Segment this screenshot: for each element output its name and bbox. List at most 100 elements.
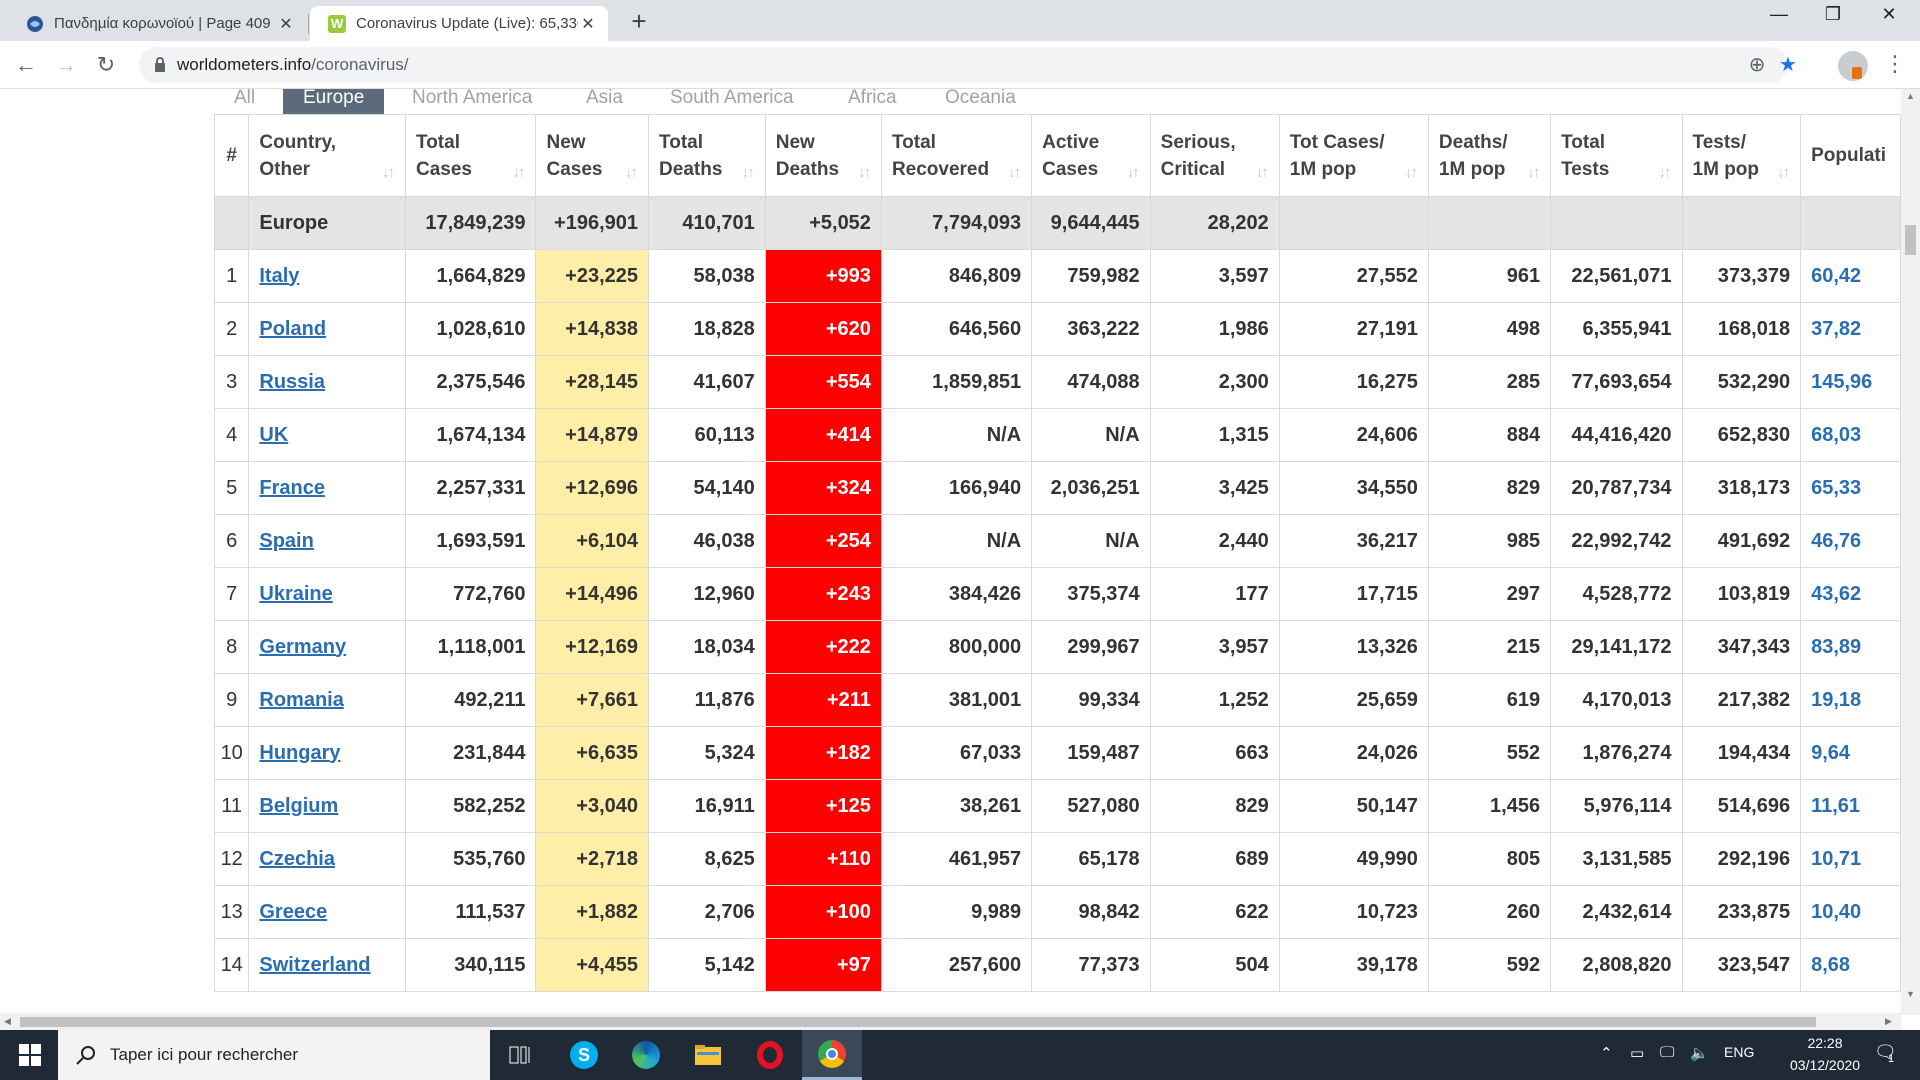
- population-cell[interactable]: 10,71: [1800, 832, 1901, 886]
- region-tab-asia[interactable]: Asia: [586, 89, 623, 115]
- start-button[interactable]: [0, 1030, 58, 1080]
- sort-arrows-icon[interactable]: ↓↑: [1256, 159, 1269, 186]
- menu-kebab-icon[interactable]: ⋮: [1884, 51, 1906, 79]
- edge-icon[interactable]: [616, 1030, 676, 1080]
- sort-arrows-icon[interactable]: ↓↑: [1659, 159, 1672, 186]
- profile-avatar[interactable]: [1838, 51, 1868, 81]
- column-header[interactable]: Deaths/1M pop ↓↑: [1427, 114, 1552, 197]
- bookmark-star-icon[interactable]: ★: [1776, 53, 1800, 77]
- population-cell[interactable]: 46,76: [1800, 514, 1901, 568]
- country-link[interactable]: Switzerland: [259, 954, 370, 976]
- sort-arrows-icon[interactable]: ↓↑: [1008, 159, 1021, 186]
- sort-arrows-icon[interactable]: ↓↑: [858, 159, 871, 186]
- sort-arrows-icon[interactable]: ↓↑: [1127, 159, 1140, 186]
- battery-icon[interactable]: ▭: [1630, 1044, 1644, 1062]
- chrome-icon[interactable]: [802, 1030, 862, 1080]
- population-cell[interactable]: 60,42: [1800, 249, 1901, 303]
- lock-icon[interactable]: [153, 56, 167, 74]
- reload-button[interactable]: ↻: [92, 51, 120, 79]
- population-cell[interactable]: 65,33: [1800, 461, 1901, 515]
- column-header[interactable]: Tot Cases/1M pop ↓↑: [1278, 114, 1429, 197]
- column-header[interactable]: Country, Other ↓↑: [248, 114, 406, 197]
- population-cell[interactable]: 10,40: [1800, 885, 1901, 939]
- clock-time[interactable]: 22:28: [1790, 1035, 1860, 1051]
- column-header[interactable]: #: [213, 114, 250, 197]
- new-tab-button[interactable]: +: [624, 8, 654, 36]
- column-header[interactable]: Populati: [1800, 114, 1901, 197]
- close-window-button[interactable]: ✕: [1866, 4, 1912, 34]
- population-cell[interactable]: 83,89: [1800, 620, 1901, 674]
- country-link[interactable]: Hungary: [259, 742, 340, 764]
- sort-arrows-icon[interactable]: ↓↑: [625, 159, 638, 186]
- country-link[interactable]: UK: [259, 424, 288, 446]
- sort-arrows-icon[interactable]: ↓↑: [742, 159, 755, 186]
- language-indicator[interactable]: ENG: [1724, 1044, 1754, 1060]
- country-link[interactable]: Romania: [259, 689, 343, 711]
- tray-chevron-icon[interactable]: ⌃: [1600, 1044, 1613, 1062]
- column-header[interactable]: Serious, Critical ↓↑: [1149, 114, 1280, 197]
- vertical-scrollbar[interactable]: ▲ ▼: [1901, 89, 1920, 1015]
- column-header[interactable]: New Cases ↓↑: [535, 114, 650, 197]
- sort-arrows-icon[interactable]: ↓↑: [1405, 159, 1418, 186]
- scroll-left-icon[interactable]: ◀: [4, 1016, 11, 1027]
- opera-icon[interactable]: [740, 1030, 800, 1080]
- scroll-right-icon[interactable]: ▶: [1885, 1016, 1892, 1027]
- country-link[interactable]: Poland: [259, 318, 326, 340]
- population-cell[interactable]: 37,82: [1800, 302, 1901, 356]
- country-link[interactable]: Ukraine: [259, 583, 332, 605]
- maximize-button[interactable]: ❐: [1810, 4, 1856, 34]
- column-header[interactable]: Total Deaths ↓↑: [648, 114, 766, 197]
- volume-icon[interactable]: 🔈: [1690, 1044, 1709, 1062]
- skype-icon[interactable]: S: [554, 1030, 614, 1080]
- country-link[interactable]: Spain: [259, 530, 313, 552]
- sort-arrows-icon[interactable]: ↓↑: [382, 159, 395, 186]
- region-tab-all[interactable]: All: [234, 89, 255, 115]
- sort-arrows-icon[interactable]: ↓↑: [512, 159, 525, 186]
- sort-arrows-icon[interactable]: ↓↑: [1777, 159, 1790, 186]
- minimize-button[interactable]: —: [1756, 4, 1802, 34]
- column-header[interactable]: Total Tests ↓↑: [1550, 114, 1683, 197]
- region-tab-north-america[interactable]: North America: [412, 89, 532, 115]
- address-bar[interactable]: worldometers.info/coronavirus/ ⊕ ★: [139, 47, 1797, 83]
- country-link[interactable]: Czechia: [259, 848, 335, 870]
- tab-forum[interactable]: Πανδημία κορωνοϊού | Page 409 ✕: [8, 6, 306, 41]
- country-link[interactable]: Germany: [259, 636, 346, 658]
- tab-close-icon[interactable]: ✕: [276, 14, 296, 34]
- region-tab-oceania[interactable]: Oceania: [945, 89, 1016, 115]
- population-cell[interactable]: 9,64: [1800, 726, 1901, 780]
- network-icon[interactable]: 🖵: [1660, 1044, 1674, 1061]
- region-tab-africa[interactable]: Africa: [848, 89, 897, 115]
- population-cell[interactable]: 145,96: [1800, 355, 1901, 409]
- scroll-up-icon[interactable]: ▲: [1906, 91, 1915, 101]
- population-cell[interactable]: 11,61: [1800, 779, 1901, 833]
- country-link[interactable]: Greece: [259, 901, 327, 923]
- clock-date[interactable]: 03/12/2020: [1790, 1057, 1860, 1073]
- horizontal-scrollbar[interactable]: ◀ ▶: [0, 1013, 1901, 1030]
- country-link[interactable]: France: [259, 477, 325, 499]
- region-tab-south-america[interactable]: South America: [670, 89, 794, 115]
- country-link[interactable]: Russia: [259, 371, 325, 393]
- column-header[interactable]: Total Cases ↓↑: [404, 114, 537, 197]
- column-header[interactable]: Tests/1M pop ↓↑: [1681, 114, 1802, 197]
- scroll-down-icon[interactable]: ▼: [1906, 989, 1915, 999]
- column-header[interactable]: Total Recovered ↓↑: [880, 114, 1033, 197]
- population-cell[interactable]: 8,68: [1800, 938, 1901, 992]
- population-cell[interactable]: 43,62: [1800, 567, 1901, 621]
- region-tab-europe[interactable]: Europe: [283, 89, 385, 115]
- zoom-icon[interactable]: ⊕: [1745, 53, 1769, 77]
- column-header[interactable]: New Deaths ↓↑: [764, 114, 882, 197]
- country-link[interactable]: Italy: [259, 265, 299, 287]
- task-view-icon[interactable]: [490, 1030, 550, 1080]
- sort-arrows-icon[interactable]: ↓↑: [1527, 159, 1540, 186]
- tab-worldometers[interactable]: W Coronavirus Update (Live): 65,330 ✕: [310, 6, 608, 41]
- tab-close-icon[interactable]: ✕: [578, 14, 598, 34]
- forward-button[interactable]: →: [52, 51, 80, 79]
- url-text[interactable]: worldometers.info/coronavirus/: [177, 55, 409, 75]
- file-explorer-icon[interactable]: [678, 1030, 738, 1080]
- horizontal-scroll-thumb[interactable]: [20, 1017, 1816, 1027]
- column-header[interactable]: Active Cases ↓↑: [1031, 114, 1151, 197]
- population-cell[interactable]: 68,03: [1800, 408, 1901, 462]
- taskbar-search-box[interactable]: Taper ici pour rechercher: [58, 1030, 490, 1080]
- back-button[interactable]: ←: [12, 51, 40, 79]
- population-cell[interactable]: 19,18: [1800, 673, 1901, 727]
